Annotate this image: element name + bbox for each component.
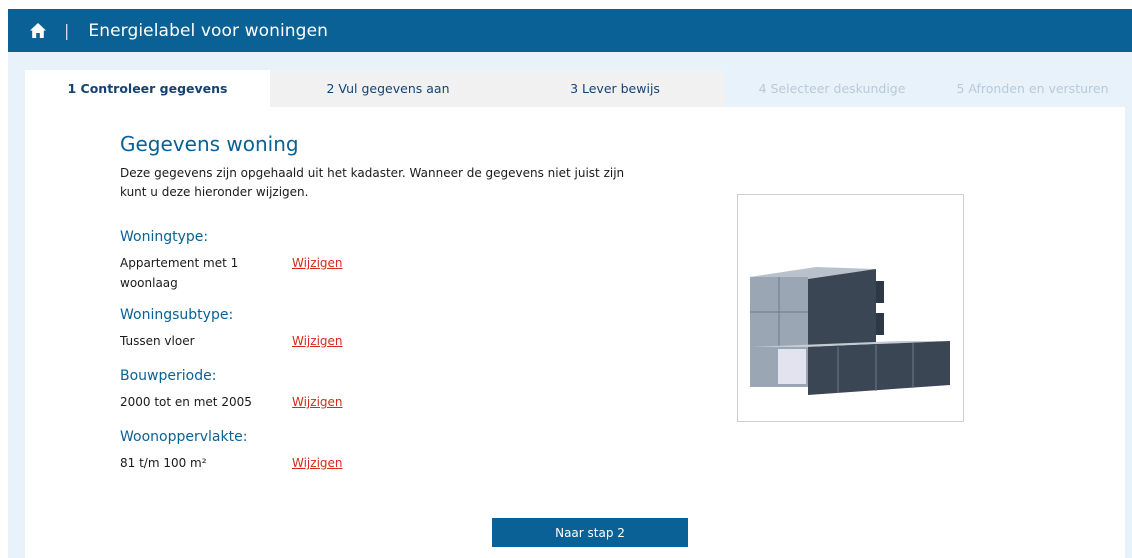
field-row-bouwperiode: 2000 tot en met 2005 Wijzigen xyxy=(120,392,650,412)
page-title: Gegevens woning xyxy=(120,132,299,156)
tab-lever-bewijs[interactable]: 3 Lever bewijs xyxy=(506,70,724,107)
wijzigen-woonoppervlakte-link[interactable]: Wijzigen xyxy=(292,453,343,473)
building-illustration-frame xyxy=(737,194,964,422)
field-label-woningsubtype: Woningsubtype: xyxy=(120,307,234,323)
app-header: | Energielabel voor woningen xyxy=(8,9,1132,52)
content-panel: Gegevens woning Deze gegevens zijn opgeh… xyxy=(25,107,1125,558)
next-step-button[interactable]: Naar stap 2 xyxy=(492,518,688,547)
tab-controleer-gegevens[interactable]: 1 Controleer gegevens xyxy=(25,70,270,107)
field-row-woonoppervlakte: 81 t/m 100 m² Wijzigen xyxy=(120,453,650,473)
field-value-woonoppervlakte: 81 t/m 100 m² xyxy=(120,456,207,470)
tab-selecteer-deskundige: 4 Selecteer deskundige xyxy=(724,70,940,107)
step-tabs: 1 Controleer gegevens 2 Vul gegevens aan… xyxy=(25,70,1125,107)
tab-vul-gegevens-aan[interactable]: 2 Vul gegevens aan xyxy=(270,70,506,107)
wijzigen-woningsubtype-link[interactable]: Wijzigen xyxy=(292,331,343,351)
building-illustration xyxy=(750,267,950,395)
field-value-bouwperiode: 2000 tot en met 2005 xyxy=(120,395,252,409)
intro-text: Deze gegevens zijn opgehaald uit het kad… xyxy=(120,166,625,199)
property-details: Gegevens woning Deze gegevens zijn opgeh… xyxy=(120,132,650,473)
field-label-bouwperiode: Bouwperiode: xyxy=(120,368,217,384)
top-band xyxy=(0,0,1132,9)
app-title: Energielabel voor woningen xyxy=(88,20,329,41)
field-value-woningsubtype: Tussen vloer xyxy=(120,334,195,348)
field-row-woningsubtype: Tussen vloer Wijzigen xyxy=(120,331,650,351)
wijzigen-woningtype-link[interactable]: Wijzigen xyxy=(292,253,343,273)
field-label-woningtype: Woningtype: xyxy=(120,229,209,245)
wijzigen-bouwperiode-link[interactable]: Wijzigen xyxy=(292,392,343,412)
home-icon[interactable] xyxy=(29,22,47,40)
page-background: 1 Controleer gegevens 2 Vul gegevens aan… xyxy=(8,52,1132,558)
field-label-woonoppervlakte: Woonoppervlakte: xyxy=(120,429,248,445)
field-value-woningtype: Appartement met 1 woonlaag xyxy=(120,256,239,290)
tab-afronden-en-versturen: 5 Afronden en versturen xyxy=(940,70,1125,107)
field-row-woningtype: Appartement met 1 woonlaag Wijzigen xyxy=(120,253,650,293)
header-separator: | xyxy=(64,21,70,40)
